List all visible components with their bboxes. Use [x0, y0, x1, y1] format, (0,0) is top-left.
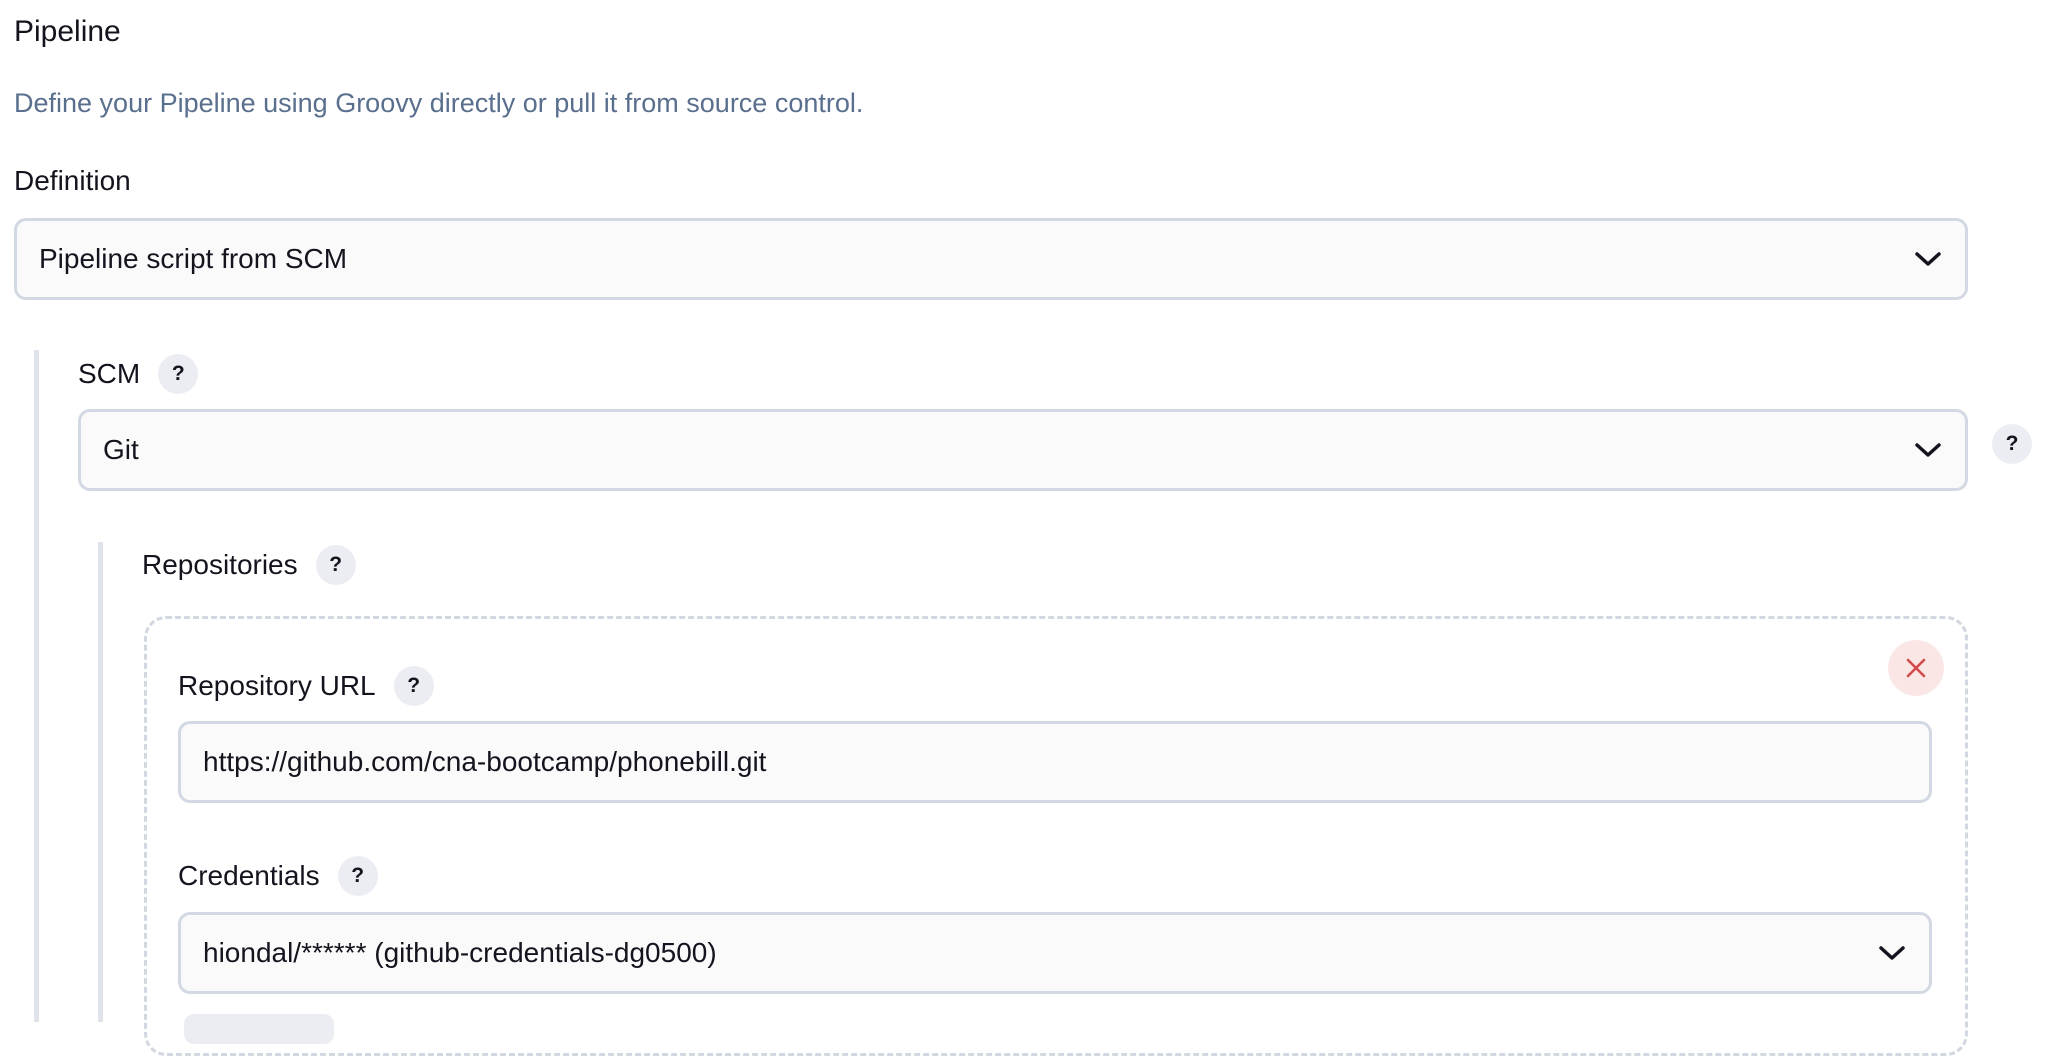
section-title: Pipeline — [14, 15, 121, 48]
definition-label-text: Definition — [14, 165, 131, 196]
scm-select[interactable]: Git — [78, 409, 1968, 491]
chevron-down-icon — [1915, 252, 1941, 266]
remove-repository-button[interactable] — [1888, 640, 1944, 696]
credentials-selected-value: hiondal/****** (github-credentials-dg050… — [203, 937, 717, 968]
repositories-help-icon[interactable]: ? — [315, 545, 356, 585]
repository-url-label-text: Repository URL — [178, 670, 376, 701]
chevron-down-icon — [1915, 443, 1941, 457]
definition-selected-value: Pipeline script from SCM — [39, 243, 348, 274]
repositories-nesting-bar — [98, 542, 103, 1022]
credentials-help-icon[interactable]: ? — [337, 856, 378, 896]
repository-url-label: Repository URL ? — [178, 666, 434, 706]
scm-selected-value: Git — [103, 434, 139, 465]
add-credentials-button[interactable] — [184, 1014, 334, 1044]
scm-nesting-bar — [34, 350, 39, 1022]
repository-url-help-icon[interactable]: ? — [393, 666, 434, 706]
scm-side-help-icon[interactable]: ? — [1992, 424, 2032, 464]
credentials-select[interactable]: hiondal/****** (github-credentials-dg050… — [178, 912, 1932, 994]
pipeline-config-page: Pipeline Define your Pipeline using Groo… — [0, 0, 2048, 1056]
repository-url-input[interactable]: https://github.com/cna-bootcamp/phonebil… — [178, 721, 1932, 803]
close-icon — [1906, 658, 1926, 678]
scm-label-text: SCM — [78, 358, 141, 389]
repositories-label: Repositories ? — [142, 545, 356, 585]
credentials-label: Credentials ? — [178, 856, 378, 896]
credentials-label-text: Credentials — [178, 860, 320, 891]
scm-help-icon[interactable]: ? — [158, 354, 199, 394]
repository-url-value: https://github.com/cna-bootcamp/phonebil… — [203, 746, 767, 777]
repositories-label-text: Repositories — [142, 549, 298, 580]
chevron-down-icon — [1879, 946, 1905, 960]
section-description: Define your Pipeline using Groovy direct… — [14, 88, 864, 118]
definition-label: Definition — [14, 162, 131, 200]
definition-select[interactable]: Pipeline script from SCM — [14, 218, 1968, 300]
scm-label: SCM ? — [78, 354, 199, 394]
